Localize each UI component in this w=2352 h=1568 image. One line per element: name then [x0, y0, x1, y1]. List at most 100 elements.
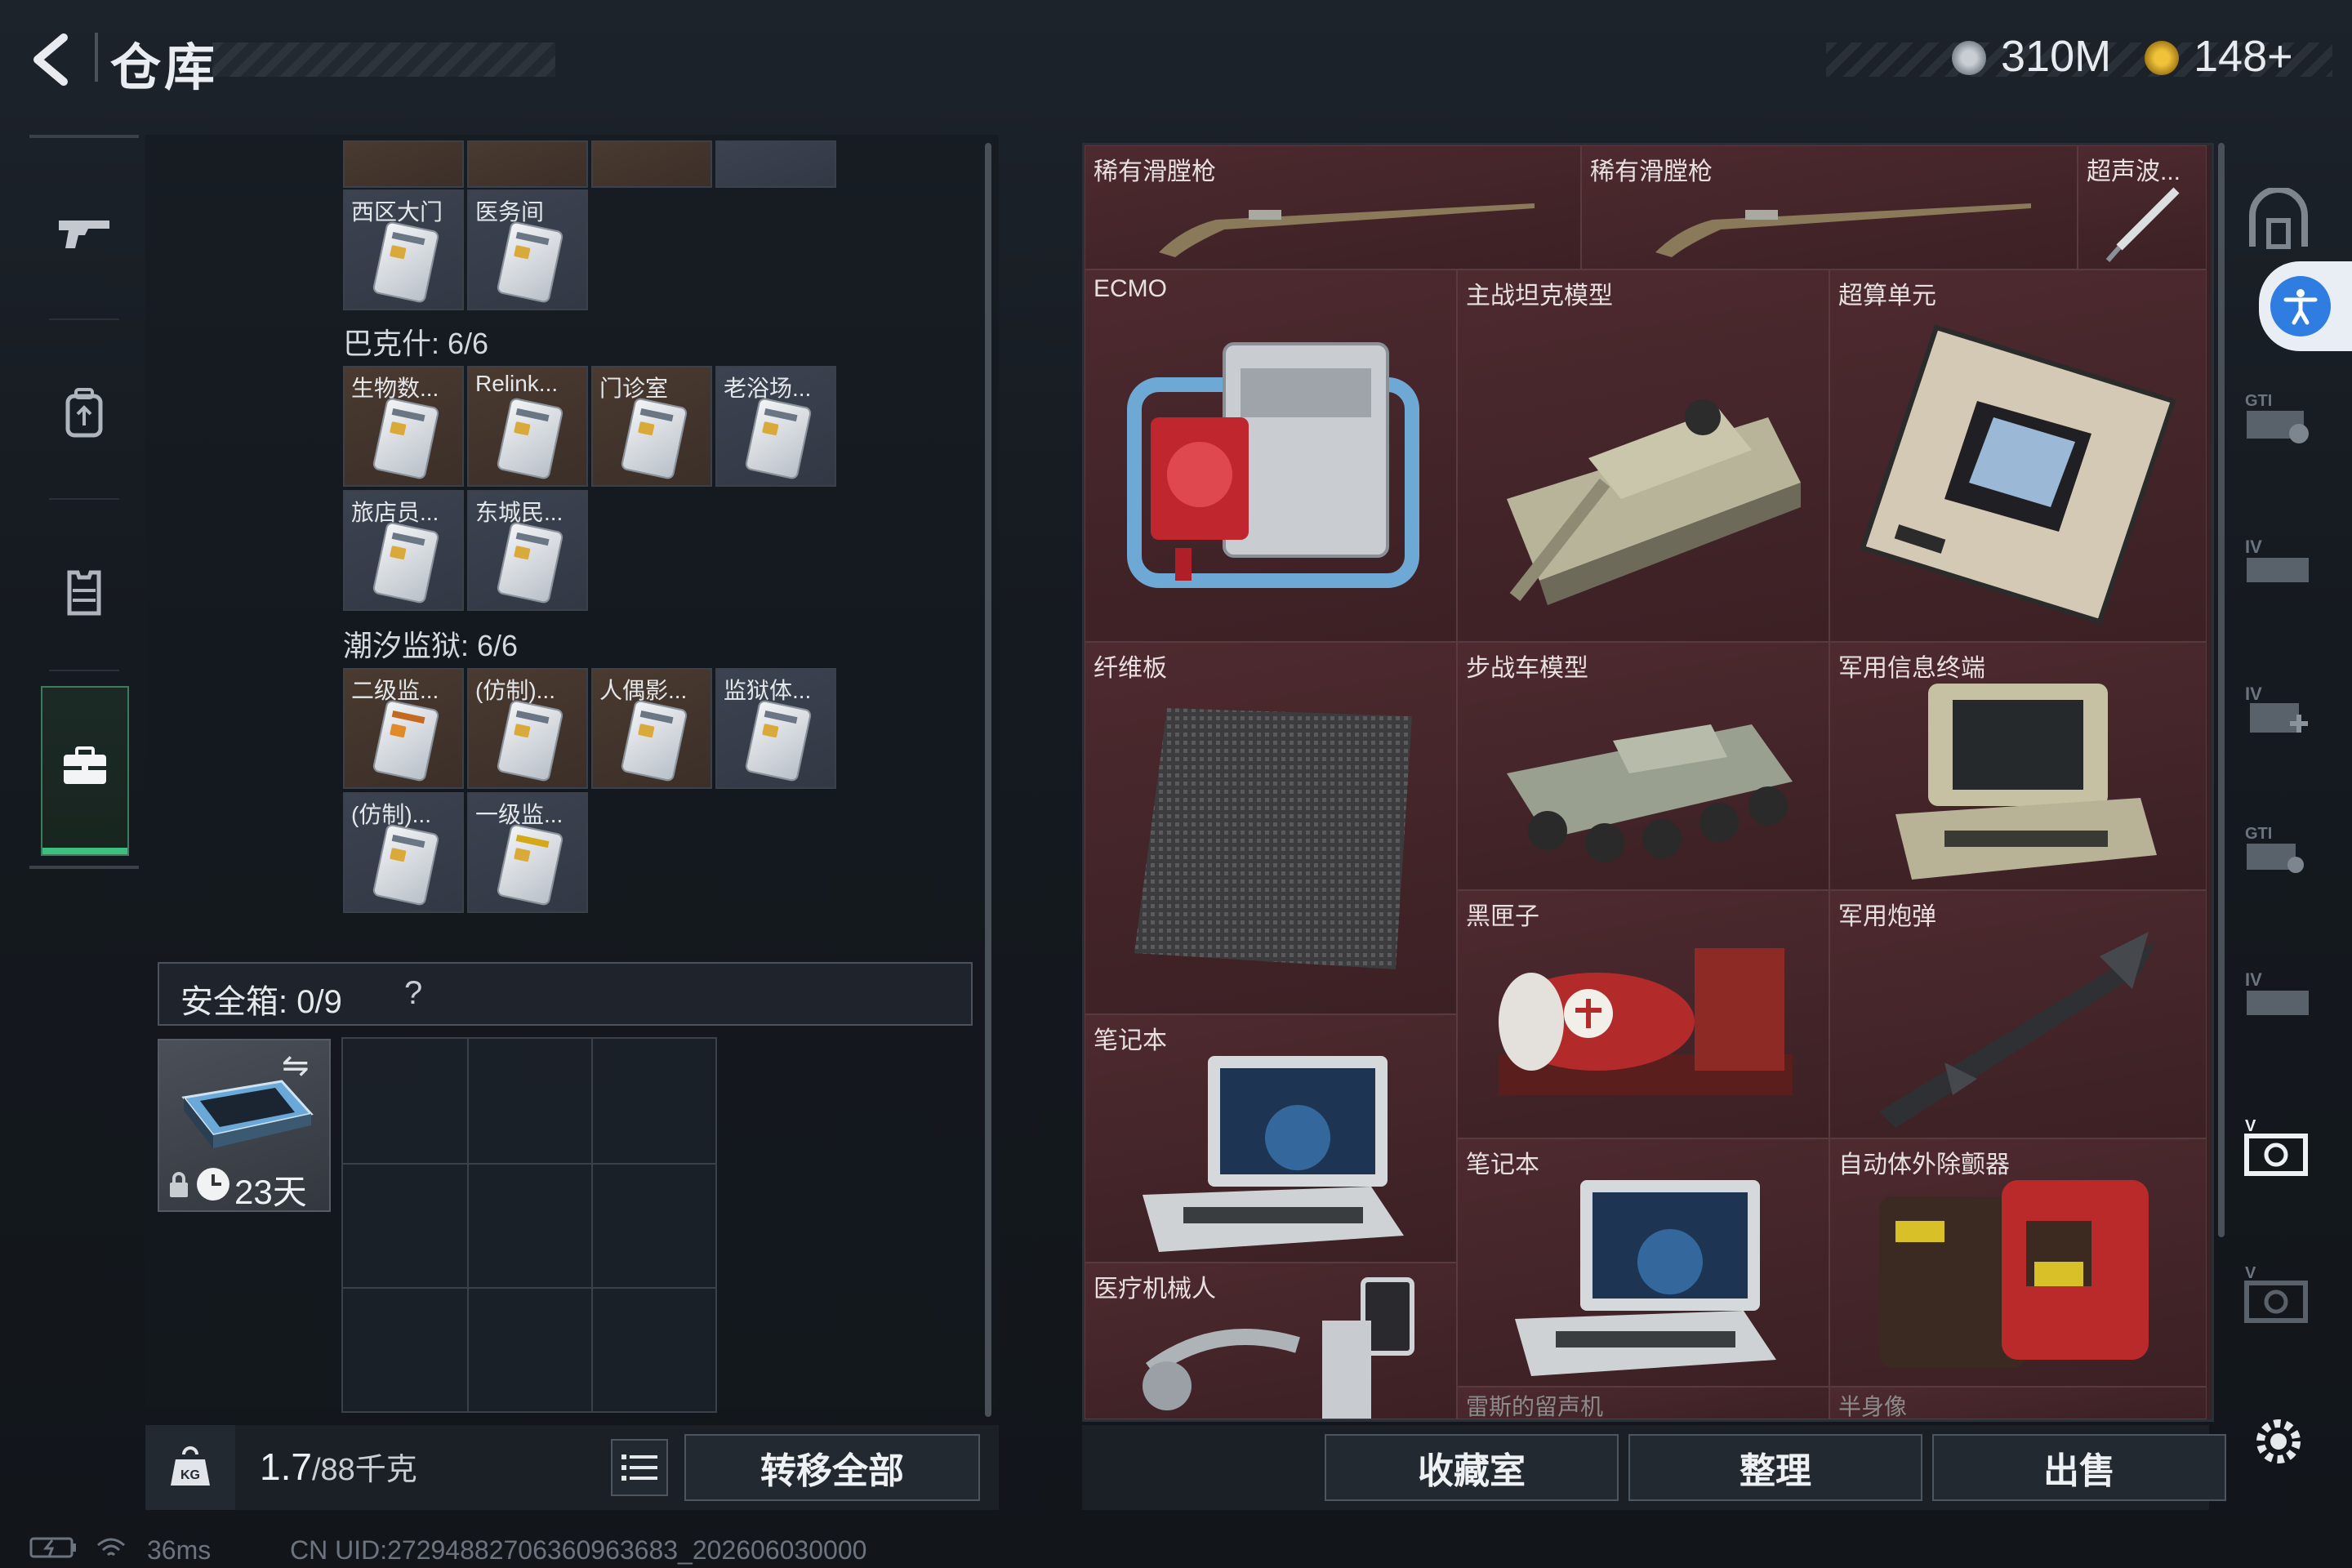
- help-icon[interactable]: ?: [404, 975, 422, 1012]
- keycard-prison-1[interactable]: 二级监...: [343, 668, 464, 789]
- warehouse-item-laptop[interactable]: 笔记本: [1085, 1014, 1457, 1263]
- backpack-tab-icon[interactable]: [29, 359, 139, 466]
- svg-text:KG: KG: [180, 1468, 200, 1482]
- keycard-prison-6[interactable]: 一级监...: [467, 792, 588, 913]
- keycard-icon: [497, 825, 563, 905]
- keycard-icon: [373, 701, 439, 781]
- warehouse-item-mbt-model[interactable]: 主战坦克模型: [1457, 270, 1829, 642]
- sell-button[interactable]: 出售: [1932, 1434, 2226, 1501]
- lock-icon: [167, 1171, 190, 1199]
- safe-case-item[interactable]: ⇋ 23天: [158, 1039, 331, 1212]
- swap-icon[interactable]: ⇋: [282, 1047, 310, 1085]
- keycard-slot[interactable]: [715, 140, 836, 188]
- keycard-label: (仿制)...: [475, 678, 555, 703]
- weight-current: 1.7: [260, 1446, 312, 1488]
- keycard-label: 医务间: [475, 199, 545, 225]
- keycard-prison-2[interactable]: (仿制)...: [467, 668, 588, 789]
- keycard-label: 一级监...: [475, 802, 564, 827]
- warehouse-item-black-box[interactable]: 黑匣子: [1457, 890, 1829, 1138]
- iv-crate-icon[interactable]: IV: [2238, 956, 2319, 1037]
- warehouse-item-ifv-model[interactable]: 步战车模型: [1457, 642, 1829, 890]
- warehouse-item-musket[interactable]: 稀有滑膛枪: [1085, 145, 1581, 270]
- keycard-bakshi-1[interactable]: 生物数...: [343, 366, 464, 487]
- warehouse-home-icon[interactable]: [2238, 180, 2319, 261]
- warehouse-item-supercomputer-unit[interactable]: 超算单元: [1829, 270, 2207, 642]
- rail-separator: [49, 498, 119, 500]
- list-view-button[interactable]: [611, 1439, 668, 1496]
- vest-tab-icon[interactable]: [29, 539, 139, 645]
- keycard-bakshi-5[interactable]: 旅店员...: [343, 490, 464, 611]
- keycard-icon: [621, 399, 687, 479]
- ping-value: 36ms: [147, 1535, 212, 1565]
- keycard-prison-5[interactable]: (仿制)...: [343, 792, 464, 913]
- warehouse-item-military-shell[interactable]: 军用炮弹: [1829, 890, 2207, 1138]
- aed-icon: [1879, 1180, 2149, 1368]
- musket-icon: [1159, 203, 1535, 257]
- keycard-icon: [497, 399, 563, 479]
- keycard-prison-3[interactable]: 人偶影...: [591, 668, 712, 789]
- section-title-bakshi: 巴克什: 6/6: [343, 327, 489, 360]
- svg-text:V: V: [2245, 1117, 2256, 1135]
- page-title: 仓库: [110, 40, 219, 96]
- blackbox-icon: [1499, 948, 1793, 1095]
- safe-box-grid[interactable]: [341, 1037, 717, 1413]
- gold-currency-amount[interactable]: 148+: [2194, 31, 2293, 82]
- ecmo-icon: [1127, 342, 1419, 588]
- accessibility-button[interactable]: [2259, 261, 2352, 351]
- top-bar: 仓库 310M 148+: [0, 0, 2352, 122]
- keycard-slot[interactable]: [343, 140, 464, 188]
- keycard-slot[interactable]: [467, 140, 588, 188]
- keycard-icon: [746, 399, 811, 479]
- warehouse-scrollbar[interactable]: [2218, 143, 2225, 1237]
- keycard-label: 老浴场...: [724, 376, 812, 401]
- svg-text:GTI: GTI: [2245, 392, 2272, 410]
- fiberboard-icon: [1134, 708, 1412, 969]
- warehouse-item-ultrasonic-scalpel[interactable]: 超声波...: [2078, 145, 2207, 270]
- iv-medkit-icon[interactable]: IV: [2238, 670, 2319, 751]
- warehouse-item-aed[interactable]: 自动体外除颤器: [1829, 1138, 2207, 1387]
- back-arrow-icon[interactable]: [24, 31, 82, 88]
- warehouse-item-gramophone[interactable]: 雷斯的留声机: [1457, 1387, 1829, 1419]
- keycard-label: 监狱体...: [724, 678, 812, 703]
- warehouse-item-laptop[interactable]: 笔记本: [1457, 1138, 1829, 1387]
- weapon-tab-icon[interactable]: [29, 180, 139, 286]
- keycard-icon: [497, 701, 563, 781]
- keycard-icon: [621, 701, 687, 781]
- warehouse-item-ecmo[interactable]: ECMO: [1085, 270, 1457, 642]
- active-indicator: [42, 848, 127, 854]
- item-label: 半身像: [1838, 1394, 1908, 1419]
- keycard-icon: [373, 523, 439, 603]
- gti-storage-icon[interactable]: GTI: [2238, 376, 2319, 457]
- inventory-scrollbar[interactable]: [985, 143, 991, 1417]
- settings-gear-icon[interactable]: [2238, 1401, 2319, 1482]
- keycard-west-gate[interactable]: 西区大门: [343, 189, 464, 310]
- case-tab-icon: [60, 745, 109, 791]
- keycard-medical-room[interactable]: 医务间: [467, 189, 588, 310]
- collection-room-button[interactable]: 收藏室: [1325, 1434, 1619, 1501]
- keycard-slot[interactable]: [591, 140, 712, 188]
- warehouse-item-musket[interactable]: 稀有滑膛枪: [1581, 145, 2078, 270]
- missile-icon: [1879, 932, 2157, 1128]
- warehouse-item-fiberboard[interactable]: 纤维板: [1085, 642, 1457, 1014]
- battery-icon: [29, 1535, 78, 1566]
- v-safe-icon[interactable]: V: [2238, 1254, 2319, 1335]
- warehouse-item-medical-robot[interactable]: 医疗机械人: [1085, 1263, 1457, 1419]
- keycard-prison-4[interactable]: 监狱体...: [715, 668, 836, 789]
- gti-container-icon[interactable]: GTI: [2238, 808, 2319, 890]
- sort-button[interactable]: 整理: [1628, 1434, 1922, 1501]
- transfer-all-button[interactable]: 转移全部: [684, 1434, 980, 1501]
- musket-icon: [1655, 203, 2031, 257]
- svg-text:IV: IV: [2245, 537, 2262, 557]
- keycard-bakshi-4[interactable]: 老浴场...: [715, 366, 836, 487]
- iv-storage-icon[interactable]: IV: [2238, 523, 2319, 604]
- keycard-bakshi-2[interactable]: Relink...: [467, 366, 588, 487]
- item-label: 纤维板: [1094, 655, 1167, 682]
- v-safe-icon-active[interactable]: V: [2238, 1107, 2319, 1188]
- keycard-bakshi-3[interactable]: 门诊室: [591, 366, 712, 487]
- warehouse-item-bust[interactable]: 半身像: [1829, 1387, 2207, 1419]
- keycard-icon: [373, 825, 439, 905]
- warehouse-item-military-terminal[interactable]: 军用信息终端: [1829, 642, 2207, 890]
- case-tab-active[interactable]: [41, 686, 129, 856]
- warehouse-grid: 稀有滑膛枪 稀有滑膛枪 超声波... ECMO 主战坦克模型 超算单元 纤维板 …: [1082, 143, 2214, 1422]
- keycard-bakshi-6[interactable]: 东城民...: [467, 490, 588, 611]
